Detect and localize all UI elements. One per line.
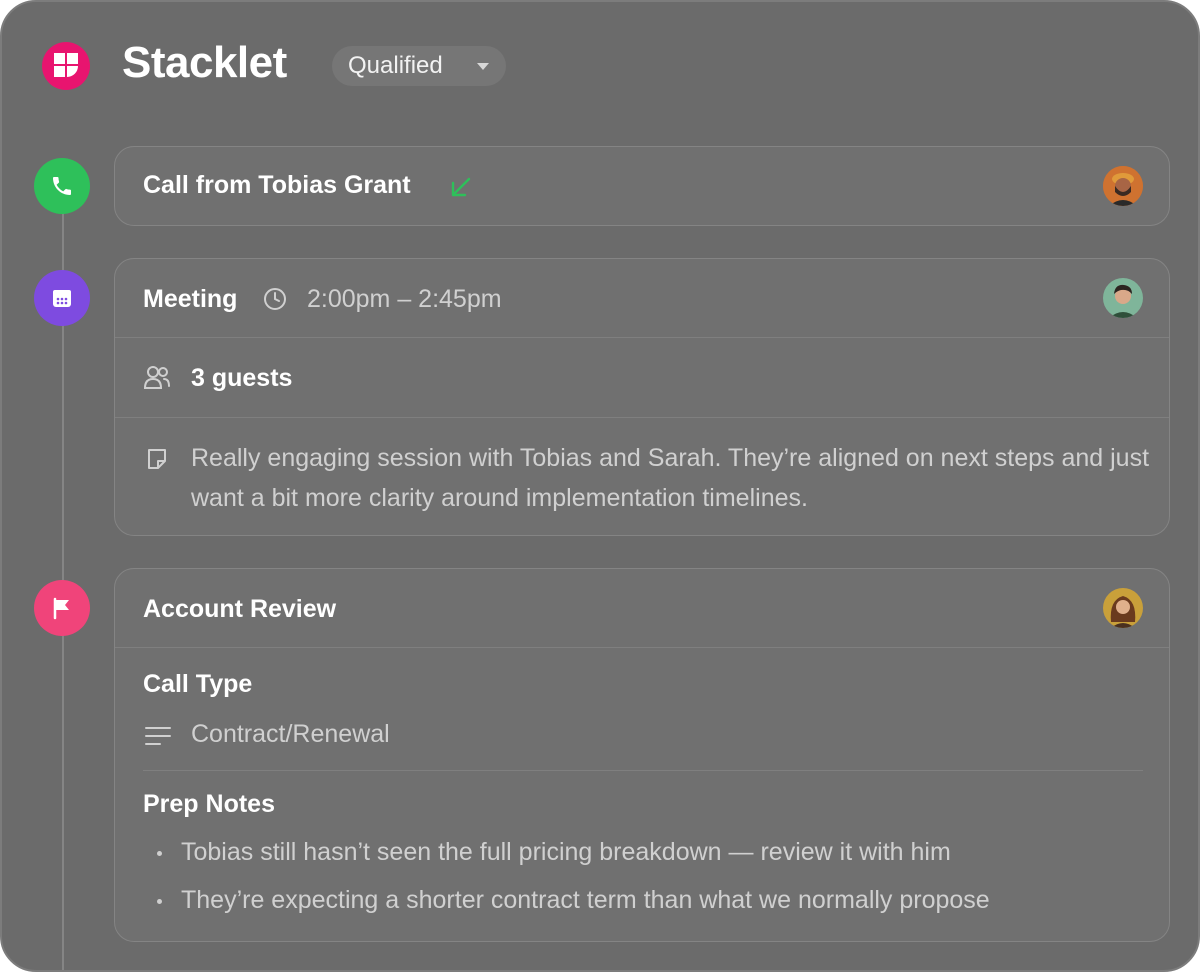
guests-count[interactable]: 3 guests bbox=[191, 364, 292, 393]
users-icon bbox=[143, 366, 170, 389]
list-icon bbox=[145, 727, 171, 745]
phone-icon bbox=[53, 177, 71, 195]
meeting-time: 2:00pm – 2:45pm bbox=[307, 285, 502, 313]
prep-notes-label: Prep Notes bbox=[143, 790, 275, 818]
prep-note-text: They’re expecting a shorter contract ter… bbox=[181, 886, 990, 914]
call-event-marker bbox=[34, 158, 90, 214]
incoming-arrow-icon bbox=[451, 177, 471, 197]
note-icon bbox=[148, 449, 166, 469]
app-title: Stacklet bbox=[122, 38, 287, 87]
account-review-card[interactable]: Account Review Call Type Contract/Renewa… bbox=[114, 568, 1170, 942]
flag-icon bbox=[53, 597, 69, 620]
list-item: Tobias still hasn’t seen the full pricin… bbox=[143, 838, 1143, 886]
divider bbox=[143, 770, 1143, 771]
chevron-down-icon bbox=[477, 63, 489, 70]
bullet bbox=[157, 851, 162, 856]
calendar-icon bbox=[53, 290, 71, 307]
status-label: Qualified bbox=[348, 52, 443, 79]
call-type-value[interactable]: Contract/Renewal bbox=[191, 720, 390, 749]
meeting-event-marker bbox=[34, 270, 90, 326]
meeting-note: Really engaging session with Tobias and … bbox=[191, 444, 1150, 512]
review-title: Account Review bbox=[143, 595, 337, 623]
stacklet-logo-icon bbox=[42, 42, 90, 90]
list-item: They’re expecting a shorter contract ter… bbox=[143, 886, 1143, 934]
call-type-label: Call Type bbox=[143, 670, 253, 698]
avatar bbox=[1103, 588, 1143, 628]
clock-icon bbox=[264, 288, 286, 310]
prep-notes-list: Tobias still hasn’t seen the full pricin… bbox=[143, 838, 1143, 934]
call-card[interactable]: Call from Tobias Grant bbox=[114, 146, 1170, 226]
status-dropdown[interactable]: Qualified bbox=[332, 46, 506, 86]
avatar bbox=[1103, 278, 1143, 318]
meeting-title: Meeting bbox=[143, 285, 238, 313]
meeting-card[interactable]: Meeting 2:00pm – 2:45pm 3 guests Really … bbox=[114, 258, 1170, 536]
avatar bbox=[1103, 166, 1143, 206]
bullet bbox=[157, 899, 162, 904]
review-event-marker bbox=[34, 580, 90, 636]
call-title: Call from Tobias Grant bbox=[143, 171, 411, 199]
app-window: Stacklet Qualified Call from Tobias Gran… bbox=[0, 0, 1200, 972]
prep-note-text: Tobias still hasn’t seen the full pricin… bbox=[181, 838, 951, 866]
